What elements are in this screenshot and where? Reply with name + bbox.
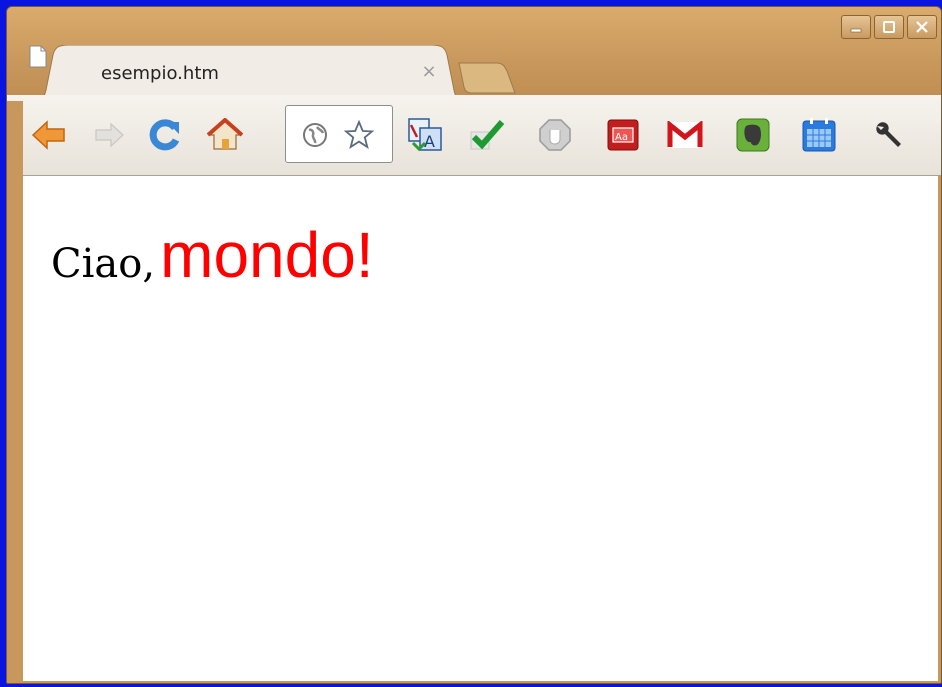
back-arrow-icon [31,120,65,150]
window-controls [841,15,937,39]
tab-title: esempio.htm [101,63,219,84]
evernote-button[interactable] [733,115,773,155]
back-button[interactable] [29,115,69,155]
new-tab-button[interactable] [457,61,517,95]
page-viewport: Ciao, mondo! [23,176,938,681]
title-bar: esempio.htm × [7,7,941,103]
omnibox[interactable] [285,105,393,163]
checkmark-button[interactable] [467,115,507,155]
block-icon [539,119,571,151]
window-frame-left [7,101,23,683]
tab-close-button[interactable]: × [419,61,439,83]
gmail-icon [667,121,703,148]
wrench-button[interactable] [869,115,909,155]
new-tab-icon [458,62,516,94]
home-button[interactable] [205,115,245,155]
svg-text:Aa: Aa [615,132,628,143]
close-button[interactable] [907,15,937,39]
word-ciao: Ciao, [51,241,156,287]
minimize-button[interactable] [841,15,871,39]
toolbar: A Aa [7,95,941,176]
calendar-icon [802,118,836,152]
evernote-icon [736,118,770,152]
block-button[interactable] [535,115,575,155]
minimize-icon [850,28,862,33]
translate-icon: A [408,118,442,152]
maximize-button[interactable] [874,15,904,39]
wrench-icon [876,122,901,147]
document-icon [29,45,47,68]
dictionary-icon: Aa [607,119,639,151]
gmail-button[interactable] [665,115,705,155]
page-content: Ciao, mondo! [51,218,374,292]
word-mondo: mondo! [160,219,374,291]
maximize-icon [883,21,895,33]
forward-arrow-icon [95,122,124,148]
forward-button[interactable] [89,115,129,155]
svg-text:A: A [424,132,435,151]
home-icon [207,118,243,150]
calendar-button[interactable] [799,115,839,155]
checkmark-icon [470,120,505,150]
translate-button[interactable]: A [405,115,445,155]
browser-window: esempio.htm × A Aa Ciao, mondo! [6,6,942,684]
globe-icon [303,123,327,147]
close-icon [916,21,928,33]
dictionary-button[interactable]: Aa [603,115,643,155]
star-icon[interactable] [344,120,374,150]
reload-icon [149,119,180,151]
reload-button[interactable] [145,115,185,155]
